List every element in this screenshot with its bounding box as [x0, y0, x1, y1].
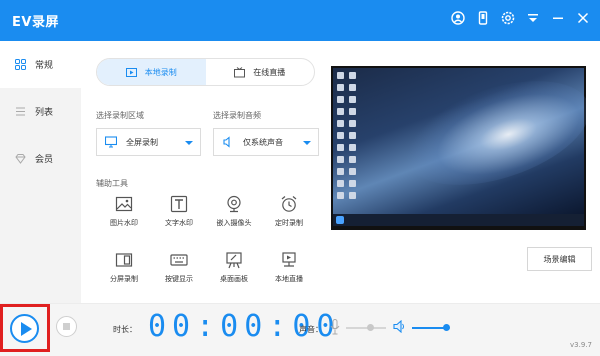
sidebar-item-label: 常规 [35, 61, 54, 71]
microphone-icon[interactable] [330, 319, 340, 335]
chevron-down-icon [303, 141, 311, 145]
tool-split-screen[interactable]: 分屏录制 [96, 251, 152, 284]
mode-tabs: 本地录制 在线直播 [96, 58, 315, 86]
record-area-select[interactable]: 全屏录制 [96, 128, 201, 156]
split-screen-icon [115, 253, 133, 267]
diamond-icon [15, 154, 26, 164]
tool-label: 分屏录制 [110, 275, 138, 283]
speaker-icon [223, 136, 230, 148]
easel-icon [226, 252, 242, 269]
dropdown-menu-icon[interactable] [526, 11, 540, 25]
image-icon [115, 196, 133, 212]
scene-edit-button[interactable]: 场景编辑 [527, 247, 592, 271]
version-label: v3.9.7 [570, 341, 592, 349]
speaker-volume-knob[interactable] [442, 324, 450, 331]
tool-image-watermark[interactable]: 图片水印 [96, 195, 152, 228]
tools-label: 辅助工具 [96, 179, 128, 188]
tool-embed-camera[interactable]: 嵌入摄像头 [206, 195, 262, 228]
tool-label: 定时录制 [275, 219, 303, 227]
app-title: EV录屏 [12, 15, 59, 30]
record-area-value: 全屏录制 [126, 137, 158, 147]
tool-label: 图片水印 [110, 219, 138, 227]
sidebar-item-label: 列表 [35, 108, 54, 118]
tab-local-record[interactable]: 本地录制 [97, 59, 206, 85]
chevron-down-icon [185, 141, 193, 145]
monitor-icon [105, 136, 117, 148]
speaker-volume-icon[interactable] [393, 320, 406, 333]
sidebar: 常规 列表 会员 [0, 41, 81, 303]
keyboard-icon [170, 254, 188, 266]
text-icon [170, 195, 188, 213]
desktop-wallpaper [333, 66, 586, 214]
tool-desktop-drawing[interactable]: 桌面画板 [206, 251, 262, 284]
tool-label: 文字水印 [165, 219, 193, 227]
tool-key-display[interactable]: 按键显示 [151, 251, 207, 284]
record-area-label: 选择录制区域 [96, 111, 144, 120]
tab-label: 在线直播 [253, 67, 286, 77]
title-bar: EV录屏 [0, 0, 600, 41]
minimize-icon[interactable] [551, 11, 565, 25]
tool-local-stream[interactable]: 本地直播 [261, 251, 317, 284]
close-icon[interactable] [576, 11, 590, 25]
user-icon[interactable] [451, 11, 465, 25]
record-icon [125, 67, 137, 77]
tab-live-stream[interactable]: 在线直播 [206, 59, 315, 85]
sidebar-item-general[interactable]: 常规 [0, 41, 81, 88]
sidebar-item-label: 会员 [35, 155, 54, 165]
tool-label: 本地直播 [275, 275, 303, 283]
tv-icon [234, 66, 246, 77]
start-icon [336, 216, 344, 224]
tool-text-watermark[interactable]: 文字水印 [151, 195, 207, 228]
galaxy-image [393, 66, 586, 206]
desktop-icons [337, 72, 357, 202]
camera-icon [227, 195, 241, 213]
mic-volume-knob[interactable] [366, 324, 374, 331]
record-audio-value: 仅系统声音 [243, 137, 283, 147]
tab-label: 本地录制 [144, 67, 177, 77]
settings-icon[interactable] [501, 11, 515, 25]
volume-label: 声音： [299, 325, 323, 334]
sidebar-item-list[interactable]: 列表 [0, 88, 81, 135]
alarm-icon [281, 196, 297, 212]
stop-record-button[interactable] [56, 316, 77, 337]
screen-preview [331, 66, 586, 230]
tool-label: 嵌入摄像头 [216, 219, 252, 227]
grid-icon [15, 59, 26, 70]
duration-label: 时长： [113, 325, 137, 334]
preview-taskbar [333, 214, 584, 226]
list-icon [16, 107, 25, 116]
highlight-box [0, 304, 50, 352]
record-audio-select[interactable]: 仅系统声音 [213, 128, 319, 156]
sidebar-item-member[interactable]: 会员 [0, 135, 81, 182]
tool-label: 按键显示 [165, 275, 193, 283]
phone-icon[interactable] [476, 11, 490, 25]
tool-scheduled-record[interactable]: 定时录制 [261, 195, 317, 228]
record-audio-label: 选择录制音频 [213, 111, 261, 120]
tool-label: 桌面画板 [220, 275, 248, 283]
broadcast-icon [282, 252, 296, 267]
